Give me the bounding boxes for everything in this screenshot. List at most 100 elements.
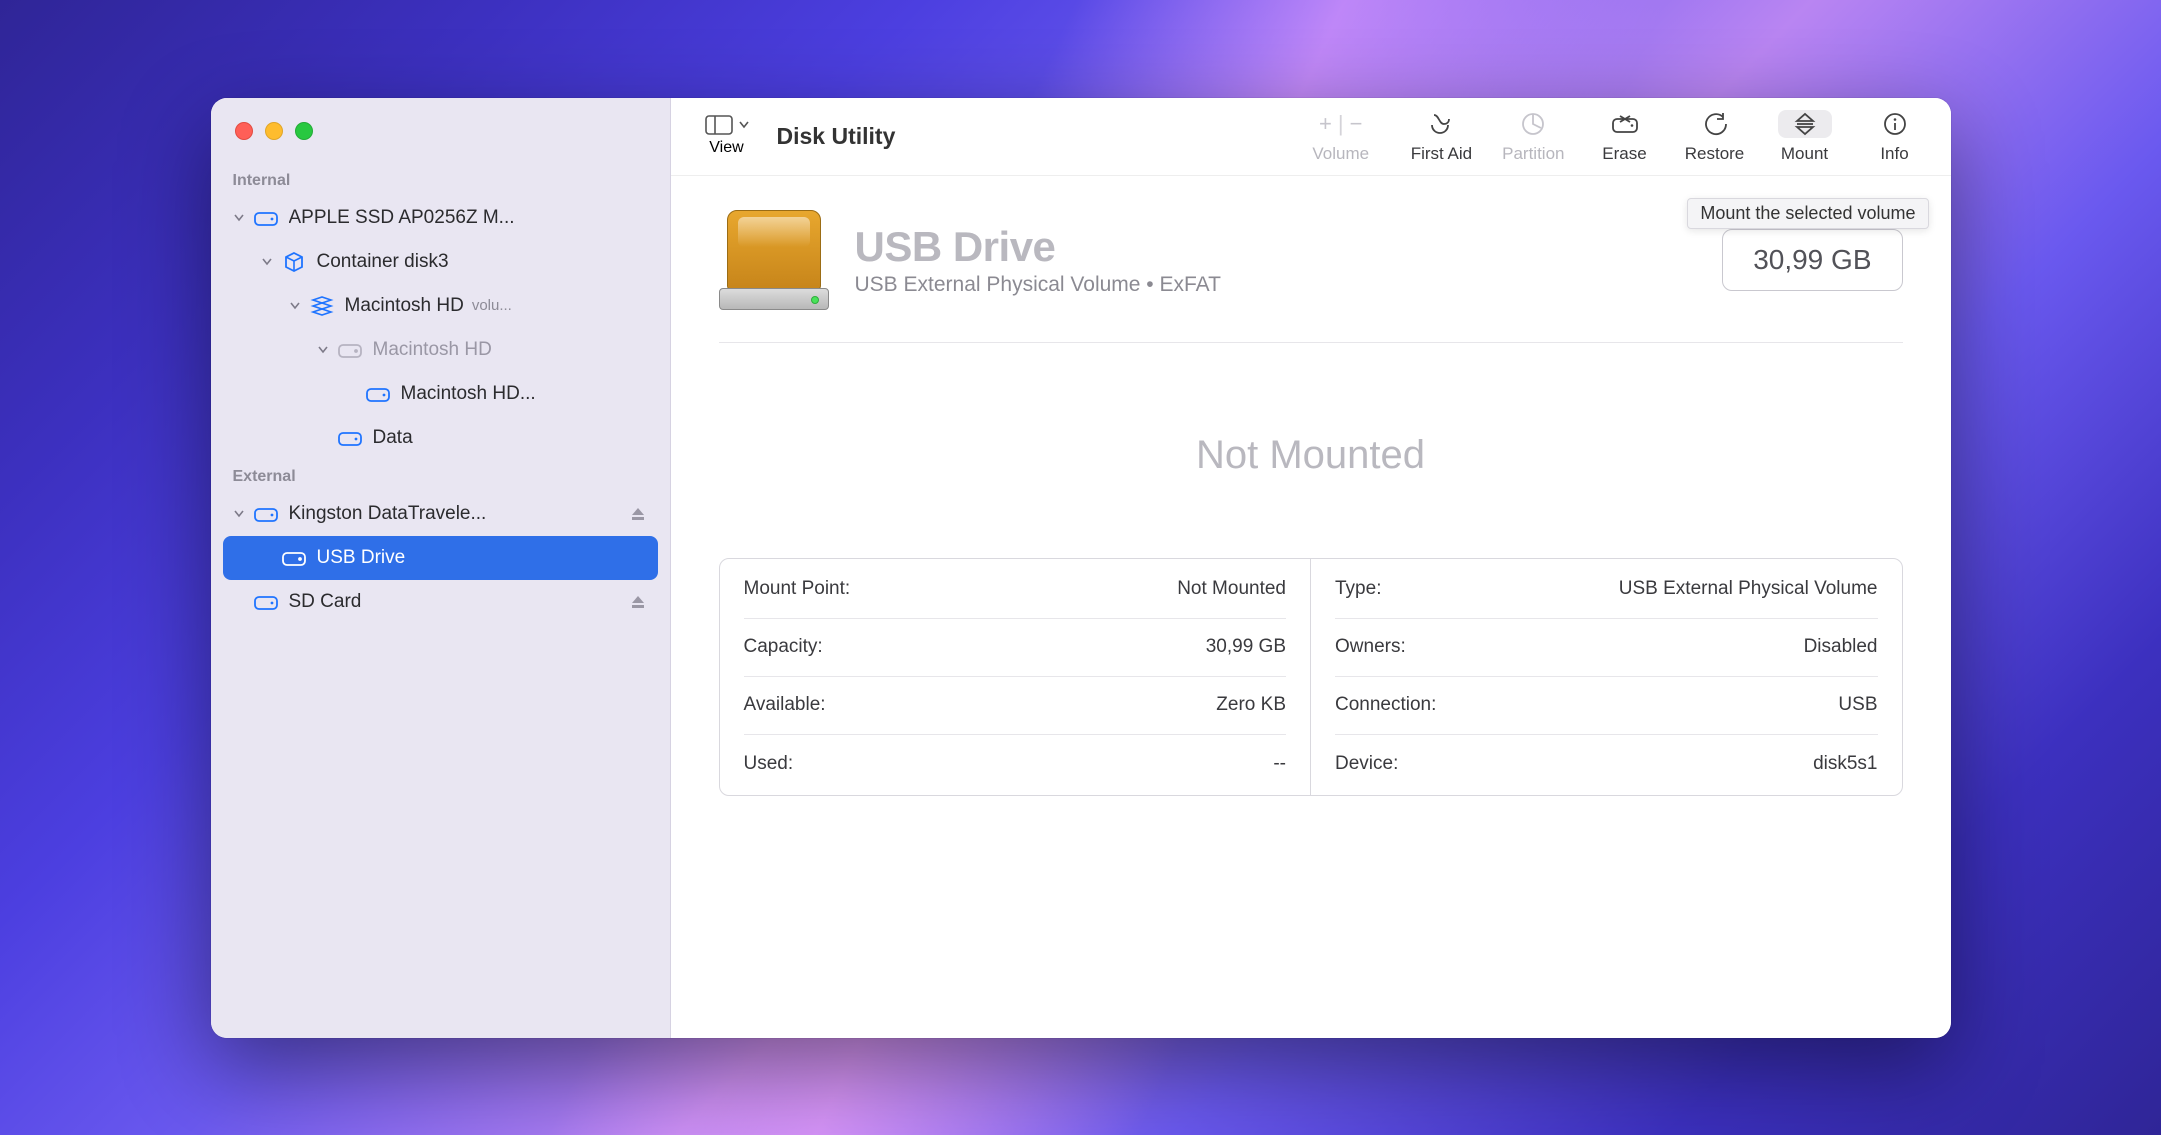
close-window-button[interactable] [235, 122, 253, 140]
info-key: Available: [744, 694, 826, 716]
info-value: Not Mounted [1177, 578, 1286, 600]
sidebar-item-label: Macintosh HD... [401, 383, 536, 405]
info-row: Capacity: 30,99 GB [744, 619, 1287, 677]
info-key: Mount Point: [744, 578, 851, 600]
sidebar-item[interactable]: Data [223, 416, 658, 460]
info-key: Type: [1335, 578, 1381, 600]
volume-icon: +|− [1319, 110, 1362, 138]
disk-icon [253, 207, 279, 229]
sidebar-item[interactable]: Container disk3 [223, 240, 658, 284]
mount-button[interactable]: Mount [1775, 108, 1835, 164]
volume-button: +|− Volume [1301, 108, 1381, 164]
sidebar-item-label: SD Card [289, 591, 362, 613]
info-value: 30,99 GB [1206, 636, 1286, 658]
mount-icon [1778, 110, 1832, 138]
info-key: Owners: [1335, 636, 1406, 658]
volume-info-table: Mount Point: Not Mounted Capacity: 30,99 GB… [719, 558, 1903, 796]
firstaid-button[interactable]: First Aid [1411, 108, 1472, 164]
disclosure-triangle-icon[interactable] [287, 302, 303, 310]
erase-icon [1610, 110, 1640, 138]
info-icon [1883, 110, 1907, 138]
toolbar-button-label: Mount [1781, 144, 1828, 164]
info-row: Available: Zero KB [744, 677, 1287, 735]
info-key: Capacity: [744, 636, 823, 658]
container-icon [281, 251, 307, 273]
minimize-window-button[interactable] [265, 122, 283, 140]
sidebar-item[interactable]: Macintosh HD [223, 328, 658, 372]
sidebar-section-header: Internal [223, 164, 658, 196]
info-key: Connection: [1335, 694, 1436, 716]
disclosure-triangle-icon[interactable] [231, 214, 247, 222]
info-button[interactable]: Info [1865, 108, 1925, 164]
volume-name: USB Drive [855, 223, 1221, 271]
info-value: USB External Physical Volume [1619, 578, 1878, 600]
info-row: Owners: Disabled [1335, 619, 1878, 677]
partition-button: Partition [1502, 108, 1564, 164]
info-key: Used: [744, 753, 794, 775]
info-row: Used: -- [744, 735, 1287, 793]
restore-button[interactable]: Restore [1685, 108, 1745, 164]
sidebar-item[interactable]: Macintosh HD volu... [223, 284, 658, 328]
toolbar: View Disk Utility +|− Volume First Aid Part… [671, 98, 1951, 176]
disclosure-triangle-icon[interactable] [231, 510, 247, 518]
window-title: Disk Utility [777, 123, 896, 150]
disclosure-triangle-icon[interactable] [315, 346, 331, 354]
disk-icon [365, 383, 391, 405]
sidebar-item[interactable]: Kingston DataTravele... [223, 492, 658, 536]
external-drive-icon [719, 210, 829, 310]
info-row: Type: USB External Physical Volume [1335, 561, 1878, 619]
view-label: View [709, 139, 743, 157]
view-menu-button[interactable]: View [697, 115, 757, 157]
toolbar-button-label: Volume [1312, 144, 1369, 164]
sidebar-item-label: Data [373, 427, 413, 449]
toolbar-button-label: Info [1880, 144, 1908, 164]
toolbar-button-label: First Aid [1411, 144, 1472, 164]
info-row: Mount Point: Not Mounted [744, 561, 1287, 619]
info-value: Zero KB [1216, 694, 1286, 716]
sidebar-item-label: Kingston DataTravele... [289, 503, 487, 525]
erase-button[interactable]: Erase [1595, 108, 1655, 164]
disk-icon [337, 427, 363, 449]
sidebar-item-label: Container disk3 [317, 251, 449, 273]
sidebar: Internal APPLE SSD AP0256Z M... Container … [211, 98, 671, 1038]
disk-dim-icon [337, 339, 363, 361]
info-row: Device:disk5s1 [1335, 735, 1878, 793]
mount-status: Not Mounted [719, 433, 1903, 478]
capacity-badge: 30,99 GB [1722, 229, 1902, 291]
volumes-icon [309, 295, 335, 317]
volume-subtitle: USB External Physical Volume • ExFAT [855, 273, 1221, 297]
sidebar-section-header: External [223, 460, 658, 492]
toolbar-button-label: Partition [1502, 144, 1564, 164]
disk-dim-icon [281, 547, 307, 569]
eject-icon[interactable] [630, 594, 650, 610]
mount-tooltip: Mount the selected volume [1687, 198, 1928, 229]
sidebar-item-label: Macintosh HD [373, 339, 492, 361]
firstaid-icon [1428, 110, 1454, 138]
disk-icon [253, 591, 279, 613]
sidebar-item[interactable]: APPLE SSD AP0256Z M... [223, 196, 658, 240]
disclosure-triangle-icon[interactable] [259, 258, 275, 266]
eject-icon[interactable] [630, 506, 650, 522]
divider [719, 342, 1903, 343]
zoom-window-button[interactable] [295, 122, 313, 140]
sidebar-item-label: APPLE SSD AP0256Z M... [289, 207, 515, 229]
disk-utility-window: Internal APPLE SSD AP0256Z M... Container … [211, 98, 1951, 1038]
disk-icon [253, 503, 279, 525]
info-key: Device: [1335, 753, 1398, 775]
info-row: Connection: USB [1335, 677, 1878, 735]
restore-icon [1703, 110, 1727, 138]
partition-icon [1520, 110, 1546, 138]
sidebar-item-sublabel: volu... [472, 297, 512, 314]
toolbar-button-label: Erase [1602, 144, 1646, 164]
info-value: Disabled [1804, 636, 1878, 658]
info-value: USB [1838, 694, 1877, 716]
sidebar-item[interactable]: SD Card [223, 580, 658, 624]
toolbar-button-label: Restore [1685, 144, 1745, 164]
main-pane: View Disk Utility +|− Volume First Aid Part… [671, 98, 1951, 1038]
window-controls [211, 116, 670, 164]
info-value: -- [1273, 753, 1286, 775]
sidebar-item-label: USB Drive [317, 547, 406, 569]
sidebar-item[interactable]: USB Drive [223, 536, 658, 580]
sidebar-item[interactable]: Macintosh HD... [223, 372, 658, 416]
sidebar-item-label: Macintosh HD [345, 295, 464, 317]
